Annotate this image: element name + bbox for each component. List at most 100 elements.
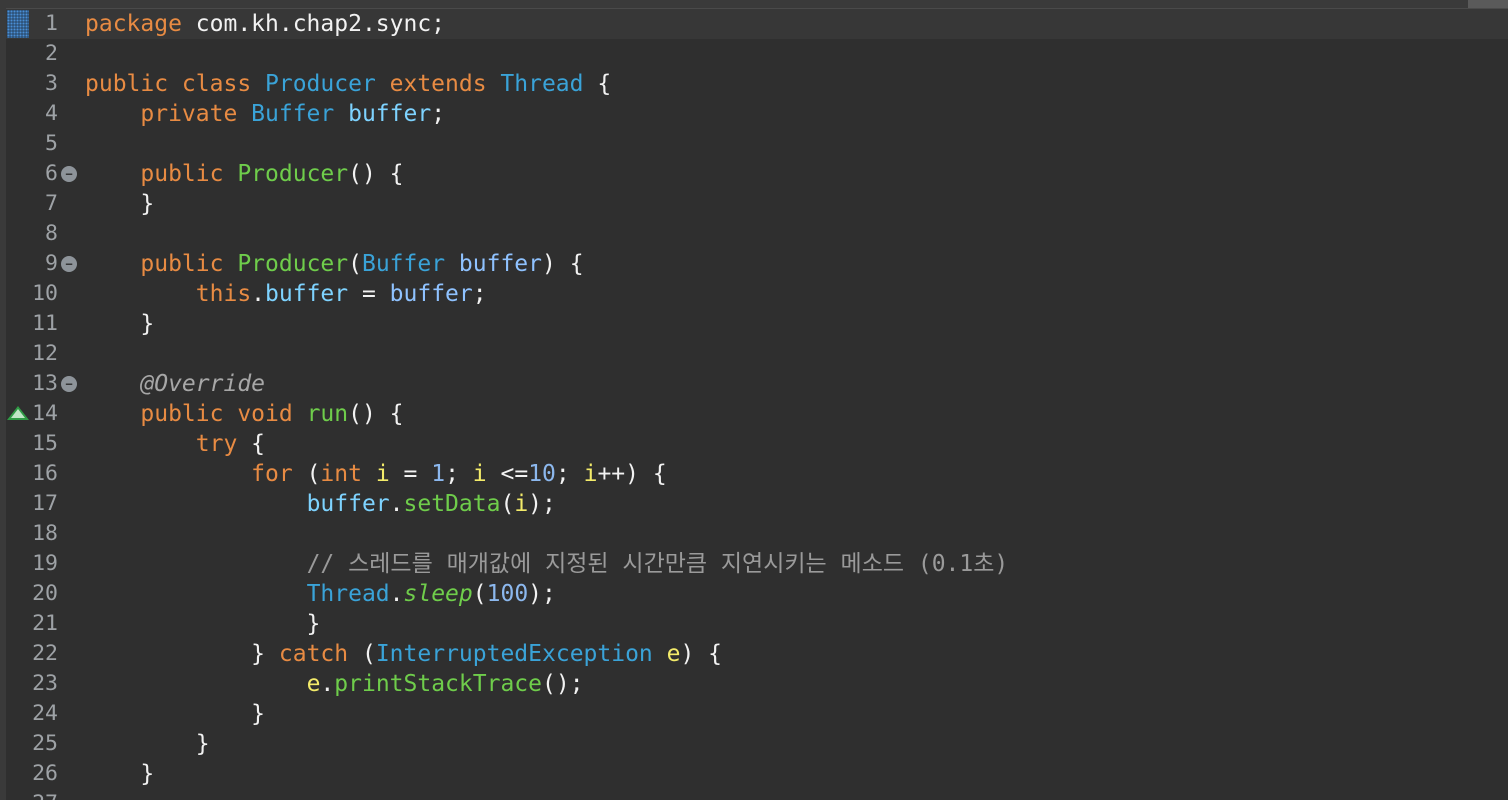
code-text[interactable]: package com.kh.chap2.sync; xyxy=(85,9,445,39)
code-line[interactable]: 2 xyxy=(0,39,1508,69)
code-text[interactable]: } xyxy=(85,609,321,639)
code-line[interactable]: 10 this.buffer = buffer; xyxy=(0,279,1508,309)
code-text[interactable]: @Override xyxy=(85,369,265,399)
code-line[interactable]: 11 } xyxy=(0,309,1508,339)
code-text[interactable]: for (int i = 1; i <=10; i++) { xyxy=(85,459,667,489)
code-token: @Override xyxy=(140,371,266,397)
code-line[interactable]: 21 } xyxy=(0,609,1508,639)
code-text[interactable]: } xyxy=(85,309,154,339)
code-line[interactable]: 26 } xyxy=(0,759,1508,789)
code-text[interactable]: } xyxy=(85,189,154,219)
code-token: ( xyxy=(348,251,362,277)
code-text[interactable]: public void run() { xyxy=(85,399,404,429)
code-text[interactable]: try { xyxy=(85,429,265,459)
code-text[interactable]: e.printStackTrace(); xyxy=(85,669,584,699)
override-marker-icon[interactable] xyxy=(7,406,29,420)
code-line[interactable]: 13− @Override xyxy=(0,369,1508,399)
code-token: ) { xyxy=(680,641,723,667)
code-token: Thread xyxy=(306,581,390,607)
line-number: 6 xyxy=(45,161,58,186)
code-token: } xyxy=(85,611,321,637)
code-token: = xyxy=(348,281,390,307)
code-line[interactable]: 8 xyxy=(0,219,1508,249)
code-line[interactable]: 9− public Producer(Buffer buffer) { xyxy=(0,249,1508,279)
line-number: 12 xyxy=(32,341,58,366)
code-token: 100 xyxy=(486,581,529,607)
code-token: ) { xyxy=(542,251,584,277)
code-token: i xyxy=(375,461,390,487)
code-token: } xyxy=(85,761,155,787)
line-number: 2 xyxy=(45,41,58,66)
code-line[interactable]: 27 xyxy=(0,789,1508,800)
code-text[interactable]: } catch (InterruptedException e) { xyxy=(85,639,722,669)
code-line[interactable]: 20 Thread.sleep(100); xyxy=(0,579,1508,609)
code-token: ); xyxy=(528,491,556,517)
code-line[interactable]: 14 public void run() { xyxy=(0,399,1508,429)
code-token: } xyxy=(85,191,155,217)
line-number: 16 xyxy=(32,461,58,486)
line-number: 19 xyxy=(32,551,58,576)
code-token: e xyxy=(666,641,681,667)
overview-ruler-indicator[interactable] xyxy=(1468,0,1508,8)
code-token: buffer xyxy=(458,251,542,277)
code-line[interactable]: 18 xyxy=(0,519,1508,549)
line-number: 26 xyxy=(32,761,58,786)
fold-collapse-icon[interactable]: − xyxy=(61,376,77,392)
code-token: public class xyxy=(85,71,266,97)
code-line[interactable]: 17 buffer.setData(i); xyxy=(0,489,1508,519)
code-token: buffer xyxy=(265,281,349,307)
code-token: 10 xyxy=(528,461,556,487)
code-token: Producer xyxy=(237,161,349,187)
line-number: 20 xyxy=(32,581,58,606)
code-text[interactable]: this.buffer = buffer; xyxy=(85,279,487,309)
line-number: 1 xyxy=(45,11,58,36)
code-text[interactable]: buffer.setData(i); xyxy=(85,489,556,519)
code-token: for xyxy=(251,461,293,487)
code-token: Producer xyxy=(237,251,349,277)
code-line[interactable]: 7 } xyxy=(0,189,1508,219)
line-number: 15 xyxy=(32,431,58,456)
code-line[interactable]: 22 } catch (InterruptedException e) { xyxy=(0,639,1508,669)
fold-collapse-icon[interactable]: − xyxy=(61,166,77,182)
code-token: { xyxy=(583,71,612,97)
code-line[interactable]: 5 xyxy=(0,129,1508,159)
code-text[interactable]: public Producer() { xyxy=(85,159,403,189)
code-line[interactable]: 15 try { xyxy=(0,429,1508,459)
line-number: 7 xyxy=(45,191,58,216)
code-line[interactable]: 12 xyxy=(0,339,1508,369)
line-number: 23 xyxy=(32,671,58,696)
line-number: 21 xyxy=(32,611,58,636)
code-text[interactable]: public Producer(Buffer buffer) { xyxy=(85,249,584,279)
code-text[interactable]: // 스레드를 매개값에 지정된 시간만큼 지연시키는 메소드 (0.1초) xyxy=(85,549,1009,579)
code-token: ( xyxy=(472,581,487,607)
code-editor[interactable]: 1 package com.kh.chap2.sync; 2 3 public clas… xyxy=(0,0,1508,800)
code-text[interactable]: } xyxy=(85,759,154,789)
line-number: 9 xyxy=(45,251,58,276)
fold-collapse-icon[interactable]: − xyxy=(61,256,77,272)
code-text[interactable]: private Buffer buffer; xyxy=(85,99,445,129)
code-token: <= xyxy=(486,461,529,487)
code-token: buffer xyxy=(389,281,473,307)
code-line[interactable]: 19 // 스레드를 매개값에 지정된 시간만큼 지연시키는 메소드 (0.1초… xyxy=(0,549,1508,579)
line-number: 5 xyxy=(45,131,58,156)
code-line[interactable]: 1 package com.kh.chap2.sync; xyxy=(0,9,1508,39)
line-number: 18 xyxy=(32,521,58,546)
code-line[interactable]: 25 } xyxy=(0,729,1508,759)
code-line[interactable]: 23 e.printStackTrace(); xyxy=(0,669,1508,699)
code-text[interactable]: } xyxy=(85,729,210,759)
code-line[interactable]: 6− public Producer() { xyxy=(0,159,1508,189)
code-text[interactable]: public class Producer extends Thread { xyxy=(85,69,611,99)
code-token: } xyxy=(85,701,266,727)
code-line[interactable]: 16 for (int i = 1; i <=10; i++) { xyxy=(0,459,1508,489)
code-token: extends xyxy=(375,71,501,97)
code-token: () { xyxy=(348,401,404,427)
code-line[interactable]: 4 private Buffer buffer; xyxy=(0,99,1508,129)
code-text[interactable]: Thread.sleep(100); xyxy=(85,579,556,609)
line-number: 25 xyxy=(32,731,58,756)
code-line[interactable]: 24 } xyxy=(0,699,1508,729)
code-text[interactable]: } xyxy=(85,699,265,729)
code-line[interactable]: 3 public class Producer extends Thread { xyxy=(0,69,1508,99)
